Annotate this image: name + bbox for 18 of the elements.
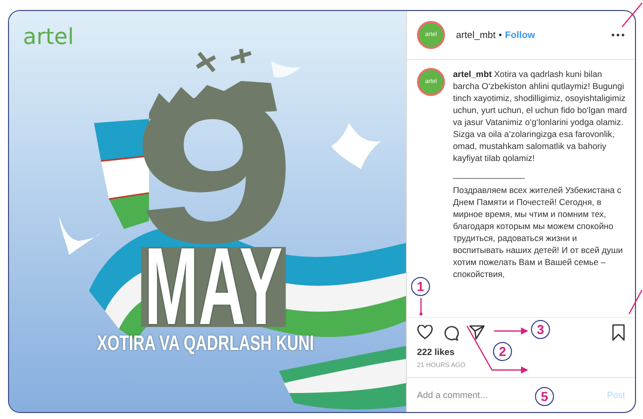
send-icon[interactable]: [469, 325, 485, 340]
separator-line-text: _______________: [453, 168, 526, 180]
caption-text: artel_mbt Xotira va qadrlash kuni bilan barcha O‘zbekiston ahlini qutlaymiz! Bugungi tinch xayotimiz, shodilligimiz, osoyishtaligimiz uchun, yurt uchun, el uchun fido bo‘lgan mard va jasur Vatanimiz o‘g‘lonlarini yodga olamiz. Sizga va oila a’zolaringizga esa farovonlik, omad, mustahkam salomatlik va bahoriy kayfiyat tilab qolamiz!: [453, 68, 628, 164]
likes-count[interactable]: 222 likes: [407, 345, 465, 359]
bookmark-icon[interactable]: [612, 324, 625, 341]
comment-icon[interactable]: [443, 324, 459, 340]
leader-line: [622, 2, 642, 28]
brand-logo-text: artel: [23, 25, 74, 50]
more-options-icon[interactable]: [611, 33, 625, 37]
leader-line: [420, 298, 422, 316]
username[interactable]: artel_mbt: [456, 30, 496, 40]
leader-line: [628, 290, 643, 314]
poster-month-text: MAY: [141, 247, 286, 327]
separator-dot: •: [498, 30, 502, 40]
caption-text: Поздравляем всех жителей Узбекистана с Днем Памяти и Почестей! Сегодня, в мирное время, мы чтим и помним тех, благодаря которым мы можем спокойно трудиться, радоваться жизни и воспитывать наших детей! И от всей души хотим пожелать Вам и Вашей семье – спокойствия,: [453, 184, 624, 280]
heart-icon[interactable]: [417, 325, 433, 340]
follow-link[interactable]: Follow: [504, 30, 536, 40]
poster-subtitle: XOTIRA VA QADRLASH KUNI: [96, 333, 314, 355]
